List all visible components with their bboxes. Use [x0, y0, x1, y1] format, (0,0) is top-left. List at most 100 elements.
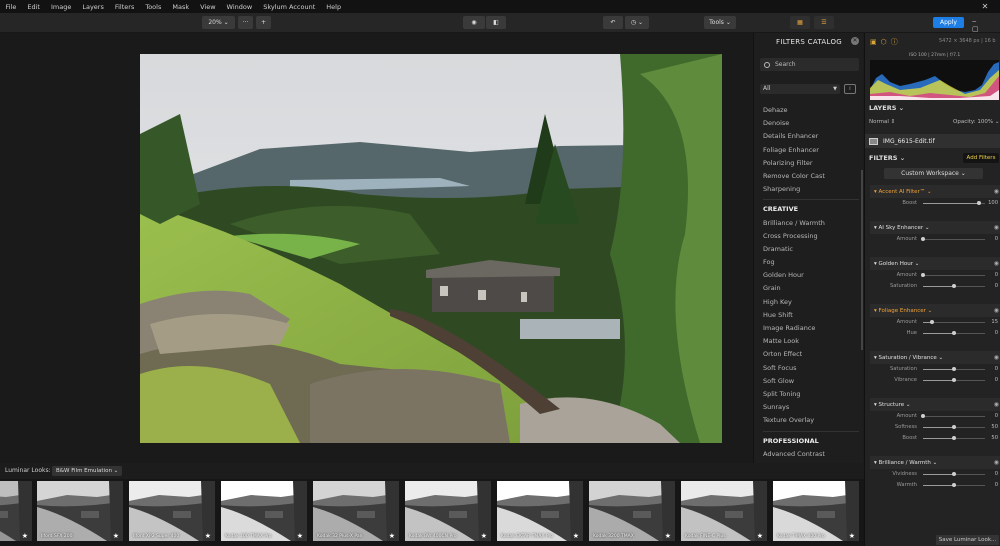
sliders-toggle[interactable]: ☰ — [814, 16, 834, 29]
filter-header[interactable]: ▾ Golden Hour ⌄ ◉ — [870, 257, 1000, 270]
filter-header[interactable]: ▾ Saturation / Vibrance ⌄ ◉ — [870, 351, 1000, 364]
filter-slider[interactable]: Vibrance 0 — [870, 375, 1000, 386]
menu-item-layers[interactable]: Layers — [77, 3, 110, 11]
slider-knob[interactable] — [921, 273, 925, 277]
catalog-item[interactable]: Soft Focus — [763, 362, 859, 375]
catalog-item[interactable]: Grain — [763, 282, 859, 295]
catalog-item[interactable]: Dramatic — [763, 243, 859, 256]
slider-knob[interactable] — [952, 331, 956, 335]
window-controls[interactable]: ‒ ▢ — [972, 17, 1000, 33]
slider-track[interactable] — [923, 367, 985, 371]
menu-item-window[interactable]: Window — [221, 3, 258, 11]
filmstrip-toggle[interactable]: ▦ — [790, 16, 810, 29]
undo-button[interactable]: ↶ — [603, 16, 623, 29]
menu-item-skylum-account[interactable]: Skylum Account — [258, 3, 321, 11]
slider-knob[interactable] — [952, 483, 956, 487]
filter-slider[interactable]: Hue 0 — [870, 328, 1000, 339]
look-thumbnail[interactable]: Kodak 32 Plus-X Pan ★ — [313, 481, 402, 541]
filter-header[interactable]: ▾ Structure ⌄ ◉ — [870, 398, 1000, 411]
look-thumbnail[interactable]: Kodak 3200 TMAX ★ — [589, 481, 678, 541]
filter-slider[interactable]: Amount 0 — [870, 234, 1000, 245]
star-icon[interactable]: ★ — [113, 532, 119, 540]
catalog-item[interactable]: Image Radiance — [763, 322, 859, 335]
catalog-info-icon[interactable]: i — [844, 84, 856, 94]
slider-track[interactable] — [923, 436, 985, 440]
look-thumbnail[interactable]: Kodak EKTAR TMAX Pro ★ — [497, 481, 586, 541]
zoom-in-button[interactable]: + — [256, 16, 271, 29]
star-icon[interactable]: ★ — [757, 532, 763, 540]
filter-slider[interactable]: Saturation 0 — [870, 281, 1000, 292]
slider-track[interactable] — [923, 483, 985, 487]
slider-knob[interactable] — [921, 237, 925, 241]
filter-slider[interactable]: Saturation 0 — [870, 364, 1000, 375]
layer-item[interactable]: IMG_6615-Edit.tif — [865, 134, 1000, 148]
filter-slider[interactable]: Boost 100 — [870, 198, 1000, 209]
catalog-item[interactable]: Denoise — [763, 117, 859, 130]
slider-knob[interactable] — [930, 320, 935, 324]
menu-item-mask[interactable]: Mask — [167, 3, 195, 11]
star-icon[interactable]: ★ — [481, 532, 487, 540]
slider-track[interactable] — [923, 201, 985, 205]
history-button[interactable]: ◷ ⌄ — [625, 16, 649, 29]
visibility-eye-icon[interactable]: ◉ — [994, 188, 999, 195]
slider-track[interactable] — [923, 331, 985, 335]
catalog-category-select[interactable]: All ▼ — [760, 84, 840, 94]
close-icon[interactable]: ✕ — [970, 0, 1000, 13]
menu-item-edit[interactable]: Edit — [22, 3, 46, 11]
looks-category-select[interactable]: B&W Film Emulation ⌄ — [52, 466, 122, 476]
catalog-item[interactable]: Golden Hour — [763, 269, 859, 282]
slider-knob[interactable] — [952, 425, 956, 429]
star-icon[interactable]: ★ — [665, 532, 671, 540]
slider-track[interactable] — [921, 273, 985, 277]
opacity-control[interactable]: Opacity: 100% ⌄ ⚙ — [953, 119, 1000, 125]
slider-track[interactable] — [921, 237, 985, 241]
star-icon[interactable]: ★ — [205, 532, 211, 540]
star-icon[interactable]: ★ — [22, 532, 28, 540]
filter-header[interactable]: ▾ Foliage Enhancer ⌄ ◉ — [870, 304, 1000, 317]
filter-header[interactable]: ▾ AI Sky Enhancer ⌄ ◉ — [870, 221, 1000, 234]
preview-eye-button[interactable]: ◉ — [463, 16, 485, 29]
slider-track[interactable] — [923, 472, 985, 476]
zoom-more-button[interactable]: ··· — [238, 16, 253, 29]
catalog-item[interactable]: Fog — [763, 256, 859, 269]
catalog-item[interactable]: Hue Shift — [763, 309, 859, 322]
catalog-item[interactable]: Matte Look — [763, 335, 859, 348]
menu-item-help[interactable]: Help — [321, 3, 347, 11]
catalog-scrollbar[interactable] — [861, 170, 863, 350]
catalog-item[interactable]: Soft Glow — [763, 375, 859, 388]
visibility-eye-icon[interactable]: ◉ — [994, 260, 999, 267]
slider-knob[interactable] — [952, 284, 956, 288]
catalog-item[interactable]: Foliage Enhancer — [763, 144, 859, 157]
look-thumbnail[interactable]: Kodak T-MAX 400 Pro ★ — [773, 481, 862, 541]
filter-header[interactable]: ▾ Brilliance / Warmth ⌄ ◉ — [870, 456, 1000, 469]
catalog-item[interactable]: Texture Overlay — [763, 414, 859, 427]
slider-knob[interactable] — [952, 472, 956, 476]
look-thumbnail[interactable]: Kodak FINE-C Plus ★ — [681, 481, 770, 541]
slider-knob[interactable] — [921, 414, 925, 418]
histogram-tabs[interactable]: ▣⬡ⓘ — [870, 37, 902, 47]
slider-knob[interactable] — [976, 201, 981, 205]
menu-item-filters[interactable]: Filters — [109, 3, 139, 11]
visibility-eye-icon[interactable]: ◉ — [994, 401, 999, 408]
zoom-select[interactable]: 20% ⌄ — [202, 16, 235, 29]
slider-track[interactable] — [923, 378, 985, 382]
slider-track[interactable] — [923, 425, 985, 429]
filter-slider[interactable]: Amount 15 — [870, 317, 1000, 328]
menu-item-image[interactable]: Image — [45, 3, 76, 11]
star-icon[interactable]: ★ — [297, 532, 303, 540]
filter-slider[interactable]: Amount 0 — [870, 411, 1000, 422]
filter-slider[interactable]: Softness 50 — [870, 422, 1000, 433]
filters-title[interactable]: FILTERS ⌄ — [869, 154, 905, 162]
slider-knob[interactable] — [952, 436, 956, 440]
look-thumbnail[interactable]: Kodak 100 TMAX Pro ★ — [221, 481, 310, 541]
menu-item-file[interactable]: File — [0, 3, 22, 11]
look-thumbnail[interactable]: Ilford SFX 200 ★ — [37, 481, 126, 541]
look-thumbnail[interactable]: Ilford FP4 Plus 50★ — [0, 481, 35, 541]
slider-track[interactable] — [923, 320, 985, 324]
catalog-item[interactable]: High Key — [763, 296, 859, 309]
filter-slider[interactable]: Amount 0 — [870, 270, 1000, 281]
catalog-item[interactable]: Polarizing Filter — [763, 157, 859, 170]
catalog-item[interactable]: Split Toning — [763, 388, 859, 401]
slider-track[interactable] — [921, 414, 985, 418]
star-icon[interactable]: ★ — [849, 532, 855, 540]
